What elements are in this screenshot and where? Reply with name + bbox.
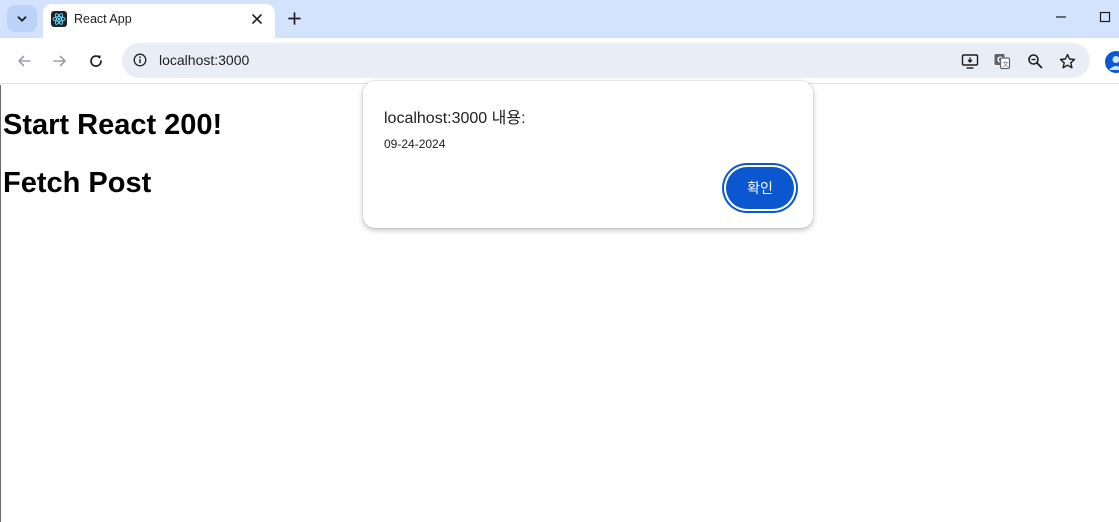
profile-avatar[interactable] — [1105, 51, 1119, 73]
browser-tab[interactable]: React App — [43, 4, 275, 38]
ok-button[interactable]: 확인 — [726, 167, 794, 209]
minimize-icon — [1056, 16, 1066, 18]
tab-title: React App — [74, 12, 132, 26]
translate-icon: G 文 — [994, 54, 1011, 70]
chevron-down-icon — [17, 15, 27, 22]
url-text[interactable]: localhost:3000 — [159, 52, 249, 68]
reload-icon — [90, 55, 102, 67]
tab-strip: React App — [0, 0, 1119, 38]
forward-button[interactable] — [48, 49, 72, 73]
tab-search-button[interactable] — [7, 5, 37, 32]
forward-icon — [53, 55, 66, 67]
back-button[interactable] — [12, 49, 36, 73]
site-info-button[interactable] — [131, 51, 149, 69]
page-heading-start: Start React 200! — [3, 109, 223, 141]
translate-button[interactable]: G 文 — [992, 51, 1012, 71]
window-minimize-button[interactable] — [1053, 9, 1069, 25]
info-icon — [133, 53, 147, 67]
back-icon — [18, 55, 31, 67]
star-icon — [1059, 53, 1075, 68]
alert-dialog: localhost:3000 내용: 09-24-2024 확인 — [363, 81, 813, 228]
svg-text:文: 文 — [1002, 59, 1009, 68]
react-logo-icon — [51, 11, 67, 27]
browser-toolbar: localhost:3000 G 文 — [0, 38, 1119, 84]
close-icon — [252, 14, 262, 24]
tab-close-button[interactable] — [248, 10, 266, 28]
new-tab-button[interactable] — [283, 7, 305, 29]
zoom-button[interactable] — [1025, 51, 1045, 71]
install-app-button[interactable] — [960, 51, 980, 71]
bookmark-button[interactable] — [1057, 51, 1077, 71]
zoom-icon — [1028, 54, 1043, 69]
install-app-icon — [961, 54, 979, 69]
alert-title: localhost:3000 내용: — [384, 110, 526, 127]
alert-message: 09-24-2024 — [384, 137, 446, 151]
window-maximize-button[interactable] — [1097, 9, 1113, 25]
address-bar[interactable]: localhost:3000 G 文 — [122, 43, 1090, 78]
profile-icon — [1109, 56, 1119, 70]
plus-icon — [287, 11, 301, 25]
maximize-icon — [1099, 11, 1111, 23]
reload-button[interactable] — [84, 49, 108, 73]
page-heading-fetch: Fetch Post — [3, 167, 152, 199]
